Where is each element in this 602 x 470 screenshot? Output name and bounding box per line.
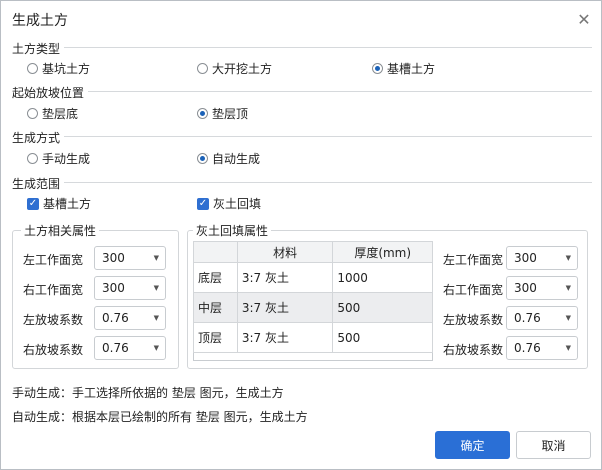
section-label-slope-start: 起始放坡位置 — [12, 86, 85, 100]
backfill-left-work-width-label: 左工作面宽 — [443, 253, 504, 267]
generate-earthwork-dialog: 生成土方 ✕ 土方类型 基坑土方 大开挖土方 基槽土方 起始放坡位置 垫层底 垫… — [0, 0, 602, 470]
radio-button-selected-icon — [197, 108, 208, 119]
divider — [64, 182, 592, 183]
backfill-right-work-width-label: 右工作面宽 — [443, 283, 504, 297]
earthwork-properties-title: 土方相关属性 — [21, 222, 100, 239]
checkbox-label: 灰土回填 — [213, 197, 262, 211]
radio-cushion-top[interactable]: 垫层顶 — [197, 105, 248, 122]
chevron-down-icon: ▼ — [565, 254, 571, 262]
divider — [64, 47, 592, 48]
select-value: 300 — [102, 281, 125, 295]
left-work-width-select[interactable]: 300 ▼ — [94, 246, 166, 270]
layer-cell: 底层 — [193, 262, 238, 293]
checkbox-label: 基槽土方 — [43, 197, 92, 211]
radio-auto-generate[interactable]: 自动生成 — [197, 150, 260, 167]
manual-generate-note: 手动生成：手工选择所依据的 垫层 图元，生成土方 — [12, 386, 284, 400]
thickness-cell[interactable]: 500 — [332, 322, 433, 353]
right-slope-coef-label: 右放坡系数 — [23, 343, 84, 357]
radio-label: 自动生成 — [212, 152, 261, 166]
layer-cell: 顶层 — [193, 322, 238, 353]
checkbox-trench-earthwork[interactable]: ✓ 基槽土方 — [27, 195, 91, 212]
radio-label: 垫层底 — [42, 107, 79, 121]
dialog-title: 生成土方 — [12, 13, 68, 29]
radio-cushion-bottom[interactable]: 垫层底 — [27, 105, 78, 122]
chevron-down-icon: ▼ — [153, 284, 159, 292]
ok-button[interactable]: 确定 — [435, 431, 510, 459]
chevron-down-icon: ▼ — [153, 314, 159, 322]
right-work-width-label: 右工作面宽 — [23, 283, 84, 297]
left-work-width-label: 左工作面宽 — [23, 253, 84, 267]
select-value: 300 — [102, 251, 125, 265]
radio-label: 大开挖土方 — [212, 62, 273, 76]
right-slope-coef-select[interactable]: 0.76 ▼ — [94, 336, 166, 360]
select-value: 300 — [514, 281, 537, 295]
material-cell[interactable]: 3:7 灰土 — [236, 322, 334, 353]
radio-button-selected-icon — [197, 153, 208, 164]
select-value: 0.76 — [514, 341, 541, 355]
backfill-left-slope-coef-label: 左放坡系数 — [443, 313, 504, 327]
column-header-material: 材料 — [236, 241, 334, 263]
backfill-right-work-width-select[interactable]: 300 ▼ — [506, 276, 578, 300]
table-row[interactable]: 底层 3:7 灰土 1000 — [193, 262, 433, 293]
radio-label: 基槽土方 — [387, 62, 436, 76]
select-value: 0.76 — [102, 311, 129, 325]
section-label-earthwork-type: 土方类型 — [12, 42, 61, 56]
table-header-row: 材料 厚度(mm) — [193, 241, 433, 263]
radio-button-icon — [27, 63, 38, 74]
backfill-right-slope-coef-label: 右放坡系数 — [443, 343, 504, 357]
chevron-down-icon: ▼ — [153, 254, 159, 262]
thickness-cell[interactable]: 1000 — [332, 262, 433, 293]
left-slope-coef-label: 左放坡系数 — [23, 313, 84, 327]
column-header-thickness: 厚度(mm) — [332, 241, 433, 263]
radio-label: 垫层顶 — [212, 107, 249, 121]
radio-manual-generate[interactable]: 手动生成 — [27, 150, 90, 167]
radio-label: 基坑土方 — [42, 62, 91, 76]
table-row[interactable]: 顶层 3:7 灰土 500 — [193, 322, 433, 353]
radio-label: 手动生成 — [42, 152, 91, 166]
material-cell[interactable]: 3:7 灰土 — [236, 292, 334, 323]
checkbox-checked-icon: ✓ — [27, 197, 39, 210]
backfill-right-slope-coef-select[interactable]: 0.76 ▼ — [506, 336, 578, 360]
radio-mass-excavation[interactable]: 大开挖土方 — [197, 60, 272, 77]
section-label-generation-method: 生成方式 — [12, 131, 61, 145]
column-header-layer — [193, 241, 238, 263]
checkbox-lime-soil-backfill[interactable]: ✓ 灰土回填 — [197, 195, 261, 212]
radio-trench-earthwork[interactable]: 基槽土方 — [372, 60, 435, 77]
backfill-left-work-width-select[interactable]: 300 ▼ — [506, 246, 578, 270]
select-value: 0.76 — [102, 341, 129, 355]
cancel-button[interactable]: 取消 — [516, 431, 591, 459]
select-value: 0.76 — [514, 311, 541, 325]
layer-cell: 中层 — [193, 292, 238, 323]
divider — [88, 91, 592, 92]
chevron-down-icon: ▼ — [565, 314, 571, 322]
right-work-width-select[interactable]: 300 ▼ — [94, 276, 166, 300]
material-cell[interactable]: 3:7 灰土 — [236, 262, 334, 293]
backfill-layers-table-frame: 材料 厚度(mm) 底层 3:7 灰土 1000 中层 3:7 灰土 500 顶… — [193, 241, 433, 361]
backfill-layers-table: 材料 厚度(mm) 底层 3:7 灰土 1000 中层 3:7 灰土 500 顶… — [193, 241, 433, 353]
radio-button-icon — [27, 153, 38, 164]
radio-button-selected-icon — [372, 63, 383, 74]
backfill-left-slope-coef-select[interactable]: 0.76 ▼ — [506, 306, 578, 330]
close-icon[interactable]: ✕ — [575, 11, 593, 29]
chevron-down-icon: ▼ — [153, 344, 159, 352]
auto-generate-note: 自动生成：根据本层已绘制的所有 垫层 图元，生成土方 — [12, 410, 308, 424]
section-label-generation-scope: 生成范围 — [12, 177, 61, 191]
radio-button-icon — [27, 108, 38, 119]
table-row[interactable]: 中层 3:7 灰土 500 — [193, 292, 433, 323]
radio-pit-earthwork[interactable]: 基坑土方 — [27, 60, 90, 77]
divider — [64, 136, 592, 137]
select-value: 300 — [514, 251, 537, 265]
chevron-down-icon: ▼ — [565, 344, 571, 352]
radio-button-icon — [197, 63, 208, 74]
left-slope-coef-select[interactable]: 0.76 ▼ — [94, 306, 166, 330]
chevron-down-icon: ▼ — [565, 284, 571, 292]
checkbox-checked-icon: ✓ — [197, 197, 209, 210]
backfill-properties-title: 灰土回填属性 — [193, 222, 272, 239]
thickness-cell[interactable]: 500 — [332, 292, 433, 323]
